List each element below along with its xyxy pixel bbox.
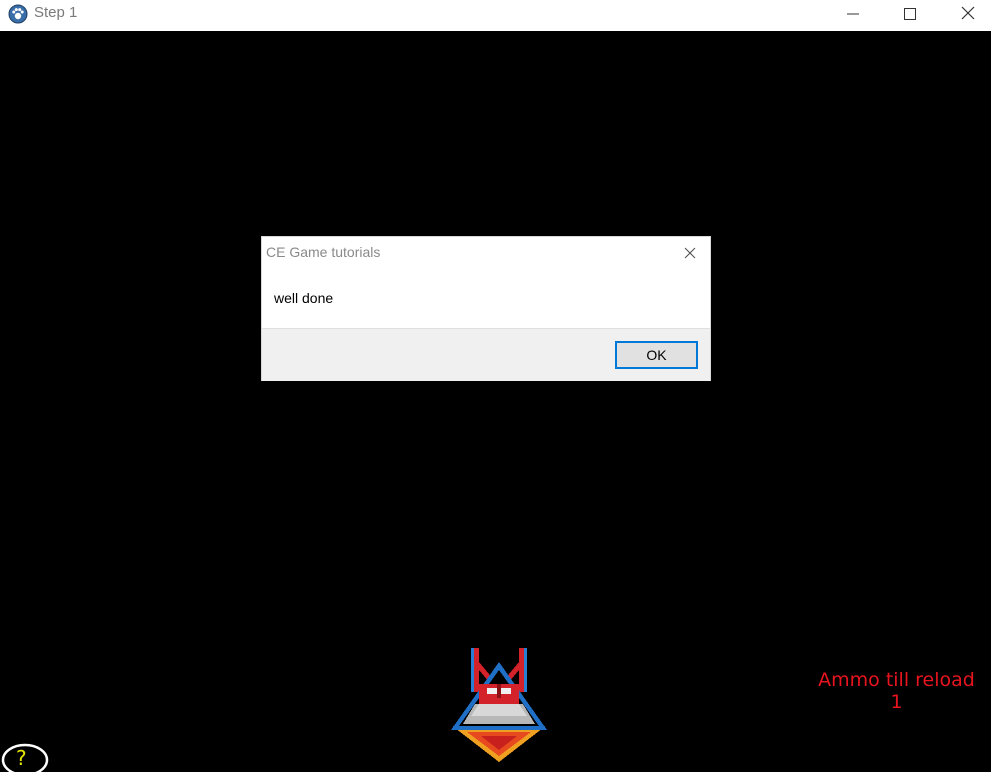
help-button[interactable]: ? (0, 741, 50, 772)
dialog-message: well done (274, 290, 334, 306)
ammo-counter: Ammo till reload 1 (799, 669, 991, 713)
player-spaceship-icon (447, 646, 551, 764)
ok-button[interactable]: OK (615, 341, 698, 369)
close-icon (961, 6, 975, 25)
dialog-close-button[interactable] (682, 245, 698, 261)
title-bar[interactable]: Step 1 (0, 0, 991, 31)
maximize-button[interactable] (881, 0, 939, 31)
message-dialog: CE Game tutorials well done OK (261, 236, 711, 381)
dialog-footer: OK (262, 328, 710, 381)
minimize-icon (847, 7, 859, 25)
close-icon (684, 247, 696, 259)
game-window: Step 1 CE Game tutorials well done OK Am… (0, 0, 991, 772)
dialog-title: CE Game tutorials (266, 244, 381, 260)
maximize-icon (904, 7, 916, 25)
ammo-count: 1 (890, 691, 903, 713)
ammo-label: Ammo till reload (818, 669, 975, 691)
cheat-engine-paw-icon (8, 4, 28, 24)
window-title: Step 1 (34, 4, 78, 21)
close-window-button[interactable] (939, 0, 991, 31)
help-glyph: ? (16, 746, 27, 770)
minimize-button[interactable] (824, 0, 882, 31)
